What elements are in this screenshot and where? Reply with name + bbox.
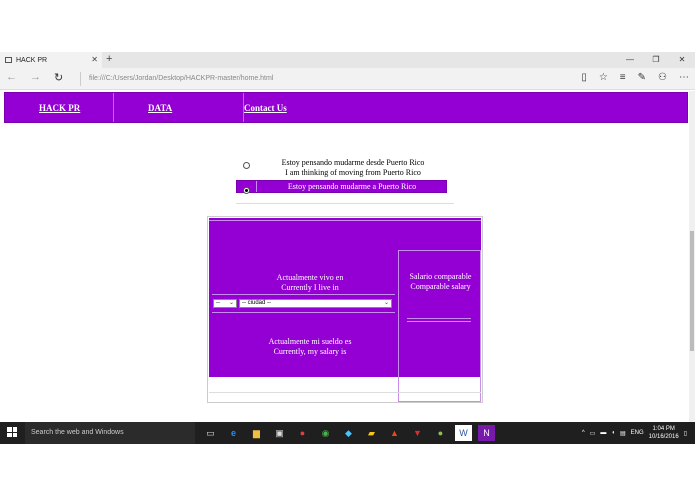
current-location-en: Currently I live in <box>281 283 339 292</box>
divider <box>407 321 471 322</box>
option-moving-from-en: I am thinking of moving from Puerto Rico <box>285 168 421 177</box>
divider <box>209 392 481 393</box>
chevron-down-icon: ⌄ <box>228 300 234 306</box>
option-moving-from: Estoy pensando mudarme desde Puerto Rico… <box>278 158 428 178</box>
divider <box>212 312 395 313</box>
nav-link-data[interactable]: DATA <box>148 103 172 113</box>
divider <box>212 294 395 295</box>
volume-icon[interactable]: ◖ <box>611 430 615 436</box>
state-select[interactable]: -- ⌄ <box>213 299 237 308</box>
scrollbar-thumb[interactable] <box>690 231 694 351</box>
nav-cell-data: DATA <box>114 93 244 122</box>
current-salary-es: Actualmente mi sueldo es <box>268 337 352 346</box>
tab-title: HACK PR <box>16 56 48 64</box>
page-icon <box>5 57 12 63</box>
battery-icon[interactable]: ▬ <box>600 430 606 436</box>
browser-tab[interactable]: HACK PR ✕ <box>0 52 102 68</box>
comparable-salary-box: Salario comparable Comparable salary <box>398 250 481 402</box>
acrobat-icon[interactable]: ▼ <box>409 425 426 441</box>
clock-time: 1:04 PM <box>652 426 675 432</box>
folder-icon[interactable]: ▰ <box>363 425 380 441</box>
task-view-icon[interactable]: ▭ <box>202 425 219 441</box>
app-icon[interactable]: ◆ <box>340 425 357 441</box>
salary-panel: Actualmente vivo en Currently I live in … <box>207 216 483 403</box>
onenote-icon[interactable]: N <box>478 425 495 441</box>
action-center-icon[interactable]: ▤ <box>620 430 626 437</box>
current-salary-en: Currently, my salary is <box>273 347 347 356</box>
taskbar: Search the web and Windows ▭ e ▆ ▣ ● ◉ ◆… <box>0 422 695 444</box>
divider <box>407 318 471 319</box>
new-tab-icon[interactable]: + <box>106 53 112 65</box>
language-indicator[interactable]: ENG <box>631 430 644 436</box>
taskbar-apps: ▭ e ▆ ▣ ● ◉ ◆ ▰ ▲ ▼ ● W N <box>202 425 495 441</box>
current-salary-label: Actualmente mi sueldo es Currently, my s… <box>214 337 406 357</box>
word-icon[interactable]: W <box>455 425 472 441</box>
chevron-down-icon: ⌄ <box>383 300 389 306</box>
state-select-value: -- <box>216 300 220 306</box>
page-viewport: HACK PR DATA Contact Us Estoy pensando m… <box>0 91 695 422</box>
divider <box>209 220 481 221</box>
edge-icon[interactable]: e <box>225 425 242 441</box>
app-icon[interactable]: ● <box>432 425 449 441</box>
maximize-icon[interactable]: ❐ <box>643 52 669 68</box>
minimize-icon[interactable]: — <box>617 52 643 68</box>
nav-link-contact-us[interactable]: Contact Us <box>244 103 287 113</box>
notifications-icon[interactable]: ▯ <box>684 430 687 437</box>
comparable-salary-es: Salario comparable <box>409 272 472 281</box>
vertical-scrollbar[interactable] <box>689 91 695 422</box>
city-select[interactable]: -- ciudad -- ⌄ <box>239 299 392 308</box>
nav-link-hack-pr[interactable]: HACK PR <box>39 103 80 113</box>
top-navigation: HACK PR DATA Contact Us <box>4 92 688 123</box>
store-icon[interactable]: ▣ <box>271 425 288 441</box>
more-icon[interactable]: ⋯ <box>679 72 689 83</box>
radio-moving-to[interactable] <box>243 187 250 194</box>
address-bar: ← → ↻ file:///C:/Users/Jordan/Desktop/HA… <box>0 68 695 90</box>
system-tray: ^ ▭ ▬ ◖ ▤ ENG 1:04 PM 10/16/2016 ▯ <box>582 422 687 444</box>
city-select-value: -- ciudad -- <box>242 300 272 306</box>
web-note-icon[interactable]: ✎ <box>638 72 646 83</box>
chrome-icon[interactable]: ◉ <box>317 425 334 441</box>
comparable-salary-label: Salario comparable Comparable salary <box>399 272 482 292</box>
close-window-icon[interactable]: ✕ <box>669 52 695 68</box>
close-tab-icon[interactable]: ✕ <box>91 55 98 64</box>
network-icon[interactable]: ▭ <box>590 430 596 437</box>
current-location-es: Actualmente vivo en <box>276 273 344 282</box>
window-controls: — ❐ ✕ <box>617 52 695 68</box>
screen: HACK PR ✕ + — ❐ ✕ ← → ↻ file:///C:/Users… <box>0 0 695 494</box>
reading-view-icon[interactable]: ▯ <box>581 72 587 83</box>
divider <box>236 203 454 204</box>
url-field[interactable]: file:///C:/Users/Jordan/Desktop/HACKPR-m… <box>80 72 560 86</box>
chevron-up-icon[interactable]: ^ <box>582 430 585 436</box>
back-icon[interactable]: ← <box>6 71 17 83</box>
option-moving-to-label: Estoy pensando mudarme a Puerto Rico <box>287 182 417 191</box>
forward-icon[interactable]: → <box>30 71 41 83</box>
clock-date: 10/16/2016 <box>648 434 679 440</box>
option-moving-to[interactable]: Estoy pensando mudarme a Puerto Rico <box>236 180 447 194</box>
comparable-salary-en: Comparable salary <box>410 282 471 291</box>
refresh-icon[interactable]: ↻ <box>54 71 63 84</box>
hub-icon[interactable]: ≡ <box>620 72 626 83</box>
clock[interactable]: 1:04 PM 10/16/2016 <box>649 425 679 441</box>
share-icon[interactable]: ⚇ <box>658 72 667 83</box>
current-location-label: Actualmente vivo en Currently I live in <box>214 273 406 293</box>
powerpoint-icon[interactable]: ▲ <box>386 425 403 441</box>
browser-titlebar: HACK PR ✕ + — ❐ ✕ <box>0 52 695 68</box>
windows-start-icon[interactable] <box>7 427 17 437</box>
nav-cell-contact: Contact Us <box>244 93 684 122</box>
taskbar-search[interactable]: Search the web and Windows <box>25 422 195 444</box>
favorite-icon[interactable]: ☆ <box>599 72 608 83</box>
option-moving-from-es: Estoy pensando mudarme desde Puerto Rico <box>281 158 425 167</box>
app-icon[interactable]: ● <box>294 425 311 441</box>
radio-moving-from[interactable] <box>243 162 250 169</box>
browser-toolbar: ▯ ☆ ≡ ✎ ⚇ ⋯ <box>581 72 689 83</box>
file-explorer-icon[interactable]: ▆ <box>248 425 265 441</box>
nav-cell-home: HACK PR <box>5 93 114 122</box>
